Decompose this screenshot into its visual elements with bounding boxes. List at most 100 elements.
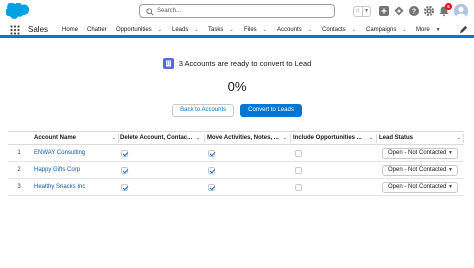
column-label: Account Name [34, 135, 77, 141]
chevron-down-icon[interactable]: ⌄ [369, 132, 373, 145]
global-header: Search... ☆ ▾ ? 6 [0, 0, 474, 22]
gear-icon[interactable] [423, 5, 435, 17]
nav-item-campaigns[interactable]: Campaigns ⌄ [366, 25, 407, 35]
chevron-down-icon[interactable]: ⌄ [263, 27, 267, 33]
nav-item-more[interactable]: More ▼ [416, 25, 441, 35]
nav-item-label: Files [244, 27, 257, 33]
lead-status-select[interactable]: Open - Not Contacted ▼ [382, 165, 458, 176]
nav-item-label: Chatter [87, 27, 107, 33]
column-header-lead-status[interactable]: Lead Status ⌄ [374, 132, 464, 145]
chevron-down-icon[interactable]: ⌄ [308, 27, 312, 33]
nav-item-opportunities[interactable]: Opportunities ⌄ [116, 25, 162, 35]
nav-item-label: Contacts [322, 27, 346, 33]
chevron-down-icon[interactable]: ⌄ [229, 27, 233, 33]
nav-item-tasks[interactable]: Tasks ⌄ [208, 25, 234, 35]
convert-page: 3 Accounts are ready to convert to Lead … [0, 41, 474, 268]
delete-account-checkbox[interactable] [121, 150, 128, 157]
chevron-down-icon[interactable]: ⌄ [194, 27, 198, 33]
delete-account-checkbox[interactable] [121, 167, 128, 174]
include-opportunities-checkbox[interactable] [295, 150, 302, 157]
caret-down-icon: ▼ [448, 167, 453, 173]
include-opportunities-checkbox[interactable] [295, 167, 302, 174]
app-launcher-icon[interactable] [10, 25, 20, 35]
lead-status-select[interactable]: Open - Not Contacted ▼ [382, 148, 458, 159]
chevron-down-icon[interactable]: ⌄ [158, 27, 162, 33]
user-icon [454, 4, 468, 18]
column-divider[interactable] [463, 134, 464, 143]
nav-item-chatter[interactable]: Chatter [87, 25, 107, 35]
chevron-down-icon[interactable]: ⌄ [196, 132, 200, 145]
back-to-accounts-button[interactable]: Back to Accounts [172, 104, 235, 117]
chevron-down-icon[interactable]: ⌄ [352, 27, 356, 33]
chevron-down-icon[interactable]: ⌄ [402, 27, 406, 33]
notifications-button[interactable]: 6 [438, 3, 452, 17]
add-icon[interactable] [378, 5, 390, 17]
page-title: 3 Accounts are ready to convert to Lead [178, 58, 312, 68]
salesforce-logo[interactable] [6, 3, 30, 19]
lead-status-value: Open - Not Contacted [388, 150, 447, 156]
svg-text:?: ? [412, 9, 416, 16]
column-label: Delete Account, Contac... [120, 135, 193, 141]
account-name-link[interactable]: Healthy Snacks Inc [34, 179, 85, 196]
column-label: Include Opportunities ... [293, 135, 362, 141]
avatar[interactable] [454, 4, 468, 18]
move-activities-checkbox[interactable] [208, 167, 215, 174]
convert-to-leads-button[interactable]: Convert to Leads [240, 104, 302, 117]
nav-item-accounts[interactable]: Accounts ⌄ [277, 25, 312, 35]
progress-percentage: 0% [227, 79, 247, 94]
accounts-table: Account Name ⌄ Delete Account, Contac... ⌄… [8, 131, 464, 196]
nav-item-home[interactable]: Home [62, 25, 78, 35]
column-header-delete-account[interactable]: Delete Account, Contac... ⌄ [115, 132, 203, 145]
include-opportunities-checkbox[interactable] [295, 184, 302, 191]
row-number: 1 [17, 150, 21, 156]
account-icon [162, 57, 174, 69]
nav-item-label: Opportunities [116, 27, 152, 33]
page-header: 3 Accounts are ready to convert to Lead [0, 57, 474, 69]
app-name: Sales [28, 25, 49, 34]
lead-status-value: Open - Not Contacted [388, 167, 447, 173]
delete-account-checkbox[interactable] [121, 184, 128, 191]
lead-status-value: Open - Not Contacted [388, 184, 447, 190]
column-label: Lead Status [379, 135, 414, 141]
caret-down-icon: ▼ [448, 150, 453, 156]
table-header: Account Name ⌄ Delete Account, Contac... ⌄… [8, 131, 464, 145]
nav-item-contacts[interactable]: Contacts ⌄ [322, 25, 356, 35]
column-header-account-name[interactable]: Account Name ⌄ [29, 132, 119, 145]
account-name-link[interactable]: ENWAY Consulting [34, 145, 85, 162]
row-number: 3 [17, 184, 21, 190]
chevron-down-icon[interactable]: ⌄ [457, 132, 461, 145]
nav-item-leads[interactable]: Leads ⌄ [172, 25, 199, 35]
caret-down-icon: ▼ [448, 184, 453, 190]
account-name-link[interactable]: Happy Gifts Corp [34, 162, 80, 179]
help-icon[interactable]: ? [408, 5, 420, 17]
search-placeholder: Search... [157, 8, 182, 14]
lead-status-select[interactable]: Open - Not Contacted ▼ [382, 182, 458, 193]
nav-item-label: Campaigns [366, 27, 397, 33]
move-activities-checkbox[interactable] [208, 150, 215, 157]
star-icon[interactable]: ☆ [354, 7, 362, 16]
table-row: 1 ENWAY Consulting Open - Not Contacted ▼ [8, 145, 464, 162]
nav-item-label: Home [62, 27, 79, 33]
column-header-include-opportunities[interactable]: Include Opportunities ... ⌄ [288, 132, 376, 145]
trailhead-icon[interactable] [393, 5, 405, 17]
building-icon [165, 60, 171, 66]
caret-down-icon[interactable]: ▼ [436, 27, 441, 33]
table-row: 2 Happy Gifts Corp Open - Not Contacted ▼ [8, 162, 464, 179]
move-activities-checkbox[interactable] [208, 184, 215, 191]
nav-item-label: Accounts [277, 27, 302, 33]
chevron-down-icon[interactable]: ▾ [362, 6, 370, 16]
column-label: Move Activities, Notes, ... [207, 135, 279, 141]
nav-item-label: Leads [172, 27, 189, 33]
column-header-move-activities[interactable]: Move Activities, Notes, ... ⌄ [202, 132, 290, 145]
row-number: 2 [17, 167, 21, 173]
favorites-control[interactable]: ☆ ▾ [353, 5, 371, 17]
search-icon [146, 8, 154, 16]
table-row: 3 Healthy Snacks Inc Open - Not Contacte… [8, 179, 464, 196]
nav-item-label: More [416, 27, 430, 33]
global-search-input[interactable]: Search... [139, 4, 335, 18]
nav-item-files[interactable]: Files ⌄ [244, 25, 267, 35]
nav-item-label: Tasks [208, 27, 224, 33]
header-utilities: ☆ ▾ ? 6 [353, 3, 468, 19]
chevron-down-icon[interactable]: ⌄ [283, 132, 287, 145]
edit-nav-icon[interactable] [459, 25, 468, 34]
